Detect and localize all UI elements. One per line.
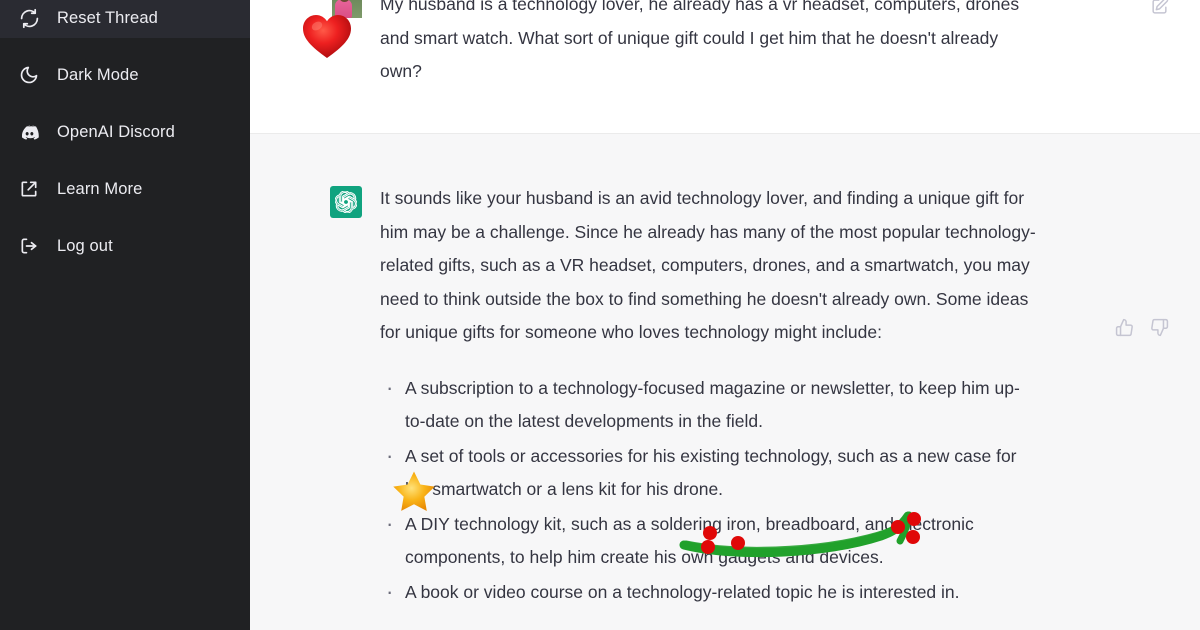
sidebar-item-label: Reset Thread [57,8,158,27]
annotation-handle [906,530,920,544]
discord-icon [18,121,40,143]
sidebar-item-learn-more[interactable]: Learn More [0,169,250,209]
sidebar-item-log-out[interactable]: Log out [0,226,250,266]
sidebar-item-openai-discord[interactable]: OpenAI Discord [0,112,250,152]
assistant-paragraph: It sounds like your husband is an avid t… [380,188,1036,342]
gold-star-emoji[interactable] [390,468,438,516]
sidebar-item-label: Learn More [57,179,143,198]
sidebar-item-label: Log out [57,236,113,255]
annotation-handle [891,520,905,534]
sidebar-item-label: Dark Mode [57,65,139,84]
openai-logo-icon [330,186,362,218]
chatgpt-window: Reset Thread Dark Mode OpenAI Discord Le… [0,0,1200,630]
thumbs-down-icon[interactable] [1149,317,1169,337]
edit-pencil-icon[interactable] [1149,0,1169,16]
sidebar: Reset Thread Dark Mode OpenAI Discord Le… [0,0,250,630]
user-message-actions [1149,0,1169,16]
user-message: My husband is a technology lover, he alr… [250,0,1200,134]
thumbs-up-icon[interactable] [1114,317,1134,337]
red-heart-emoji[interactable] [299,8,355,64]
user-message-text: My husband is a technology lover, he alr… [380,0,1020,81]
list-item: A subscription to a technology-focused m… [386,371,1040,439]
sidebar-item-dark-mode[interactable]: Dark Mode [0,55,250,95]
assistant-bullet-list: A subscription to a technology-focused m… [380,371,1040,610]
logout-icon [18,235,40,257]
list-item: A set of tools or accessories for his ex… [386,439,1040,507]
moon-icon [18,64,40,86]
external-link-icon [18,178,40,200]
sidebar-item-label: OpenAI Discord [57,122,175,141]
assistant-message-actions [1114,317,1169,337]
green-brush-underline[interactable] [676,505,942,569]
user-message-text-column: My husband is a technology lover, he alr… [380,0,1050,133]
list-item: A book or video course on a technology-r… [386,575,1040,610]
annotation-handle [703,526,717,540]
sidebar-item-reset-thread[interactable]: Reset Thread [0,0,250,38]
annotation-handle [731,536,745,550]
reset-thread-icon [18,7,40,29]
annotation-handle [907,512,921,526]
assistant-avatar-column [250,182,380,630]
annotation-handle [701,540,715,554]
